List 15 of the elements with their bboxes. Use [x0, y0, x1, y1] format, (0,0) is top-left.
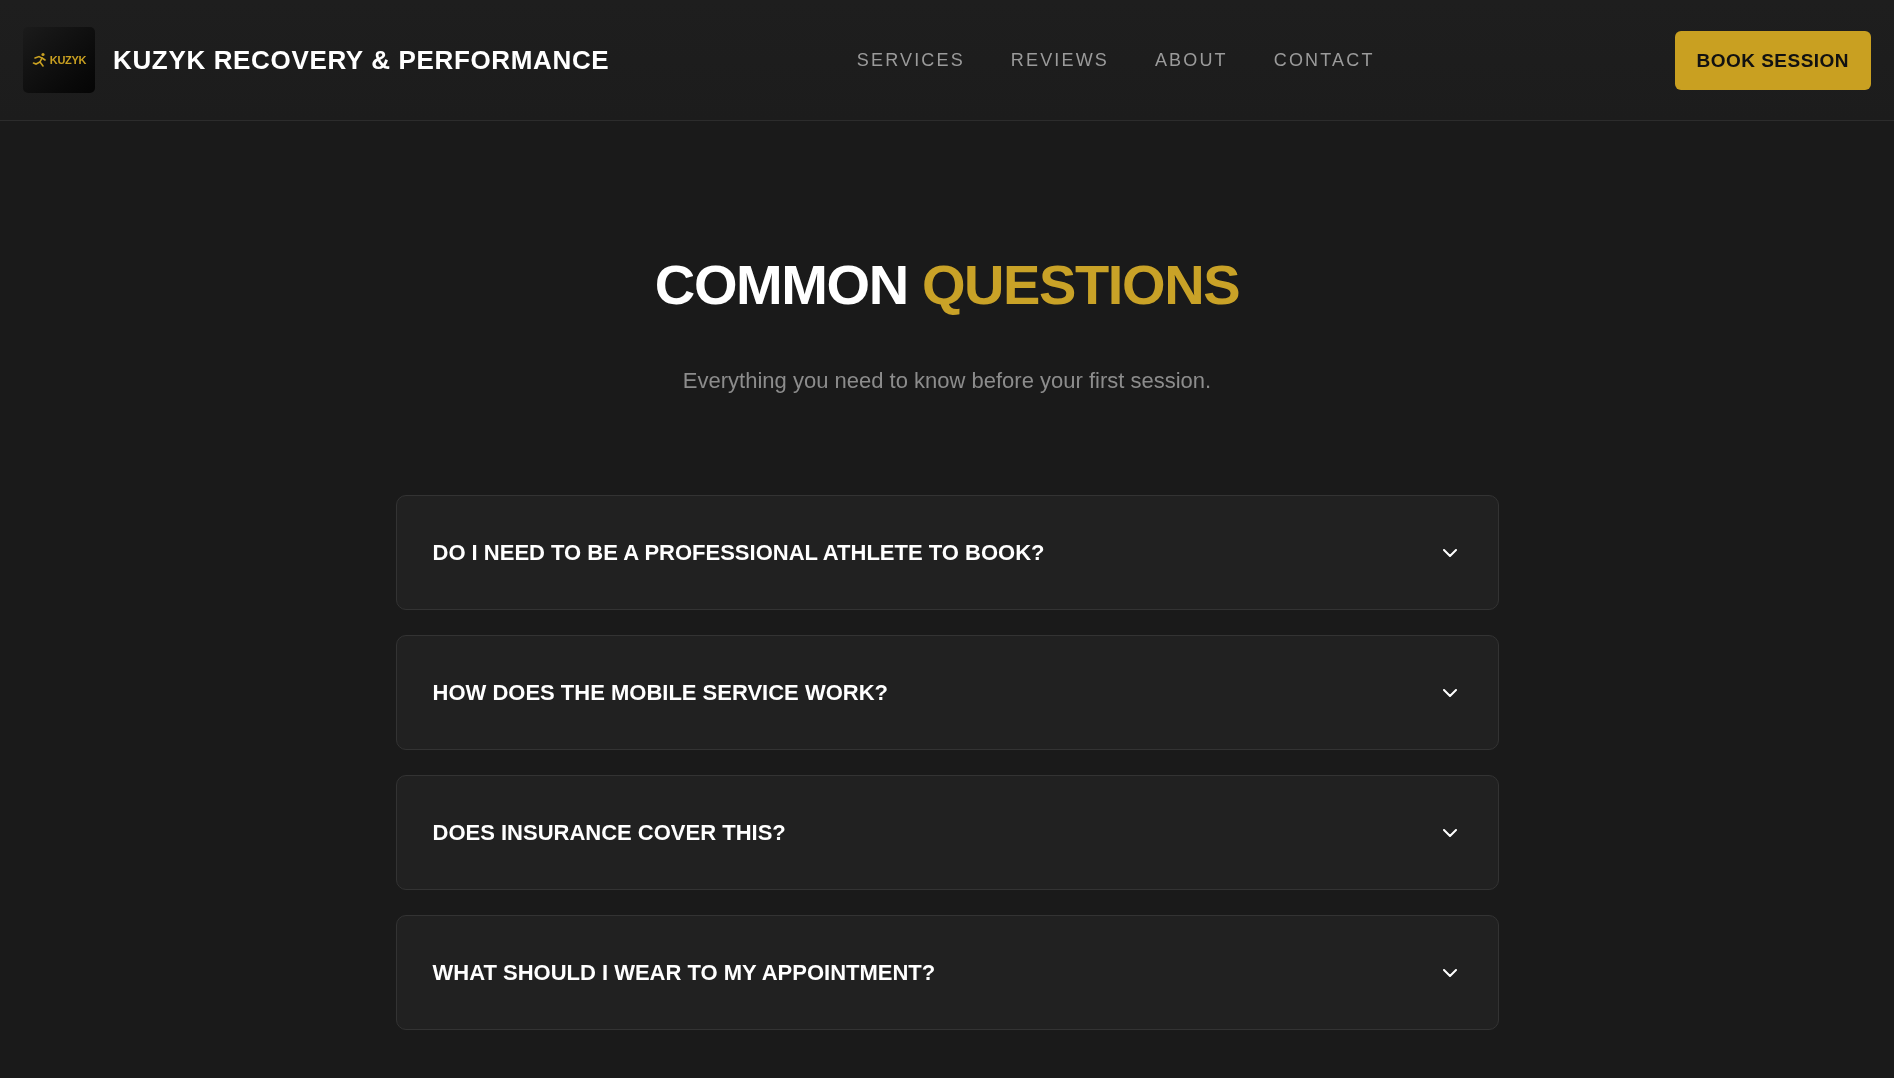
faq-item[interactable]: HOW DOES THE MOBILE SERVICE WORK?	[395, 635, 1499, 750]
nav-link[interactable]: CONTACT	[1273, 51, 1375, 69]
nav-link[interactable]: SERVICES	[856, 51, 965, 69]
logo-text: KUZYK	[49, 54, 87, 66]
faq-item[interactable]: DOES INSURANCE COVER THIS?	[395, 775, 1499, 890]
brand-logo[interactable]: KUZYK	[23, 27, 95, 93]
faq-item[interactable]: DO I NEED TO BE A PROFESSIONAL ATHLETE TO BOOK?	[395, 495, 1499, 610]
section-heading: COMMON QUESTIONS	[654, 257, 1240, 313]
section-subtitle: Everything you need to know before your first session.	[682, 367, 1212, 395]
nav-link[interactable]: ABOUT	[1154, 51, 1228, 69]
runner-icon	[31, 52, 48, 68]
faq-item[interactable]: WHAT SHOULD I WEAR TO MY APPOINTMENT?	[395, 915, 1499, 1030]
book-session-button[interactable]: BOOK SESSION	[1674, 30, 1871, 90]
nav-link[interactable]: REVIEWS	[1010, 51, 1109, 69]
brand-name: KUZYK RECOVERY & PERFORMANCE	[113, 47, 610, 73]
